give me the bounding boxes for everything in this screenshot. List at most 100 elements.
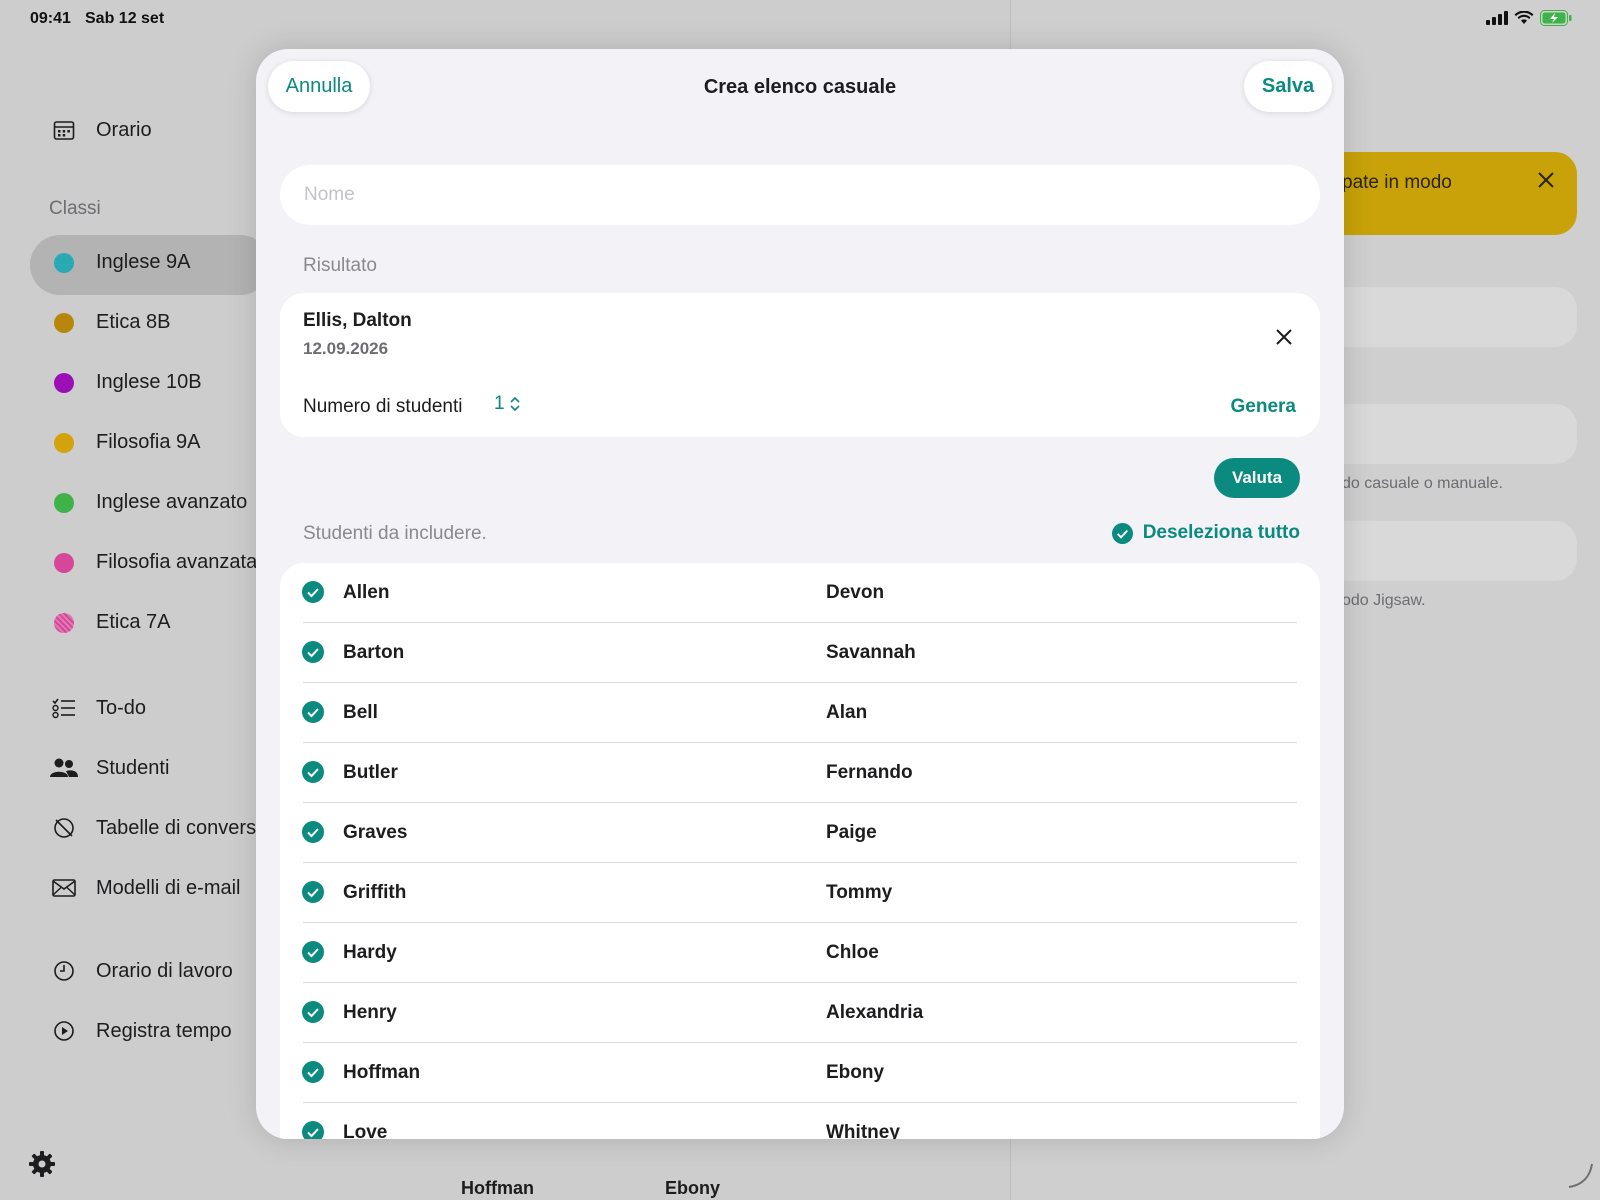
- modal-title: Crea elenco casuale: [703, 76, 897, 98]
- clock-icon: [50, 957, 78, 985]
- status-bar: 09:41 Sab 12 set: [0, 0, 1600, 38]
- checkmark-circle-icon[interactable]: [302, 581, 324, 603]
- calendar-icon: [50, 116, 78, 144]
- sidebar-class-item[interactable]: Inglese 9A: [50, 251, 191, 274]
- student-last-name: Butler: [343, 762, 398, 783]
- class-color-dot: [54, 252, 74, 273]
- envelope-icon: [50, 874, 78, 902]
- list-item[interactable]: Allen Devon: [280, 563, 1320, 623]
- resize-handle-icon: [1564, 1159, 1594, 1194]
- sidebar-item-label: Registra tempo: [96, 1019, 232, 1042]
- student-last-name: Griffith: [343, 882, 407, 903]
- class-color-dot: [54, 612, 74, 633]
- sidebar-item-schedule[interactable]: Orario: [50, 116, 152, 144]
- list-item[interactable]: Hardy Chloe: [280, 923, 1320, 983]
- list-item[interactable]: Barton Savannah: [280, 623, 1320, 683]
- student-first-name: Alexandria: [826, 1002, 924, 1023]
- info-banner-text: pate in modo: [1342, 172, 1452, 193]
- checkmark-circle-icon[interactable]: [302, 821, 324, 843]
- sidebar-class-item[interactable]: Inglese avanzato: [50, 491, 247, 514]
- class-label: Inglese 9A: [96, 251, 191, 273]
- background-student-last-name: Hoffman: [461, 1178, 534, 1198]
- checkmark-circle-icon: [1111, 522, 1133, 544]
- class-color-dot: [54, 552, 74, 573]
- list-item[interactable]: Hoffman Ebony: [280, 1043, 1320, 1103]
- name-input[interactable]: [280, 165, 1320, 225]
- save-button[interactable]: Salva: [1244, 61, 1332, 112]
- checkmark-circle-icon[interactable]: [302, 1061, 324, 1083]
- list-item[interactable]: Love Whitney: [280, 1103, 1320, 1139]
- checkmark-circle-icon[interactable]: [302, 1001, 324, 1023]
- student-first-name: Savannah: [826, 642, 916, 663]
- student-last-name: Allen: [343, 582, 390, 603]
- list-item[interactable]: Bell Alan: [280, 683, 1320, 743]
- class-label: Etica 7A: [96, 611, 171, 633]
- list-item[interactable]: Henry Alexandria: [280, 983, 1320, 1043]
- student-last-name: Hardy: [343, 942, 397, 963]
- sidebar-item-label: Modelli di e-mail: [96, 876, 241, 899]
- result-section-label: Risultato: [303, 255, 377, 276]
- list-item[interactable]: Butler Fernando: [280, 743, 1320, 803]
- class-label: Filosofia 9A: [96, 431, 201, 453]
- checkmark-circle-icon[interactable]: [302, 641, 324, 663]
- sidebar-item-students[interactable]: Studenti: [50, 754, 169, 782]
- status-date: Sab 12 set: [85, 10, 165, 27]
- sidebar-item-label: Tabelle di conversi: [96, 816, 261, 839]
- status-icons: [1486, 10, 1572, 26]
- close-icon[interactable]: [1537, 171, 1555, 194]
- checkmark-circle-icon[interactable]: [302, 701, 324, 723]
- sidebar-item-track-time[interactable]: Registra tempo: [50, 1017, 232, 1045]
- student-last-name: Hoffman: [343, 1062, 421, 1083]
- background-student-first-name: Ebony: [665, 1178, 721, 1198]
- student-count-label: Numero di studenti: [303, 396, 463, 417]
- student-first-name: Paige: [826, 822, 877, 843]
- student-count-stepper[interactable]: 1: [494, 393, 521, 415]
- student-last-name: Love: [343, 1122, 388, 1139]
- student-last-name: Henry: [343, 1002, 397, 1023]
- list-item[interactable]: Griffith Tommy: [280, 863, 1320, 923]
- play-circle-icon: [50, 1017, 78, 1045]
- students-to-include-label: Studenti da includere.: [303, 523, 487, 544]
- status-time: 09:41: [30, 10, 71, 27]
- class-label: Filosofia avanzata: [96, 551, 258, 573]
- deselect-all-label: Deseleziona tutto: [1142, 522, 1300, 543]
- result-card: Ellis, Dalton 12.09.2026 Numero di stude…: [280, 293, 1320, 437]
- checkmark-circle-icon[interactable]: [302, 1121, 324, 1139]
- sidebar-class-item[interactable]: Etica 7A: [50, 611, 170, 634]
- student-first-name: Whitney: [826, 1122, 900, 1139]
- class-color-dot: [54, 492, 74, 513]
- deselect-all-button[interactable]: Deseleziona tutto: [1111, 522, 1300, 544]
- close-icon[interactable]: [1272, 325, 1296, 349]
- sidebar-class-item[interactable]: Filosofia avanzata: [50, 551, 257, 574]
- checkmark-circle-icon[interactable]: [302, 761, 324, 783]
- sidebar-class-item[interactable]: Filosofia 9A: [50, 431, 201, 454]
- student-first-name: Devon: [826, 582, 885, 603]
- class-color-dot: [54, 372, 74, 393]
- student-last-name: Bell: [343, 702, 378, 723]
- class-color-dot: [54, 312, 74, 333]
- student-last-name: Graves: [343, 822, 408, 843]
- class-label: Inglese 10B: [96, 371, 202, 393]
- sidebar-item-work-hours[interactable]: Orario di lavoro: [50, 957, 233, 985]
- list-item[interactable]: Graves Paige: [280, 803, 1320, 863]
- sidebar-item-todo[interactable]: To-do: [50, 694, 146, 722]
- right-pane-hint: odo Jigsaw.: [1342, 592, 1426, 609]
- evaluate-button[interactable]: Valuta: [1214, 458, 1300, 498]
- students-list: Allen Devon Barton Savannah Bell Alan Bu…: [280, 563, 1320, 1139]
- generate-button[interactable]: Genera: [1231, 396, 1296, 418]
- scale-off-icon: [50, 814, 78, 842]
- student-count-value: 1: [494, 393, 505, 414]
- checkmark-circle-icon[interactable]: [302, 881, 324, 903]
- gear-icon[interactable]: [28, 1150, 56, 1183]
- checkmark-circle-icon[interactable]: [302, 941, 324, 963]
- sidebar-item-label: To-do: [96, 696, 147, 719]
- sidebar-class-item[interactable]: Etica 8B: [50, 311, 170, 334]
- student-first-name: Tommy: [826, 882, 893, 903]
- sidebar-class-item[interactable]: Inglese 10B: [50, 371, 202, 394]
- sidebar-item-conversion-tables[interactable]: Tabelle di conversi: [50, 814, 261, 842]
- sidebar-item-email-templates[interactable]: Modelli di e-mail: [50, 874, 241, 902]
- student-first-name: Ebony: [826, 1062, 885, 1083]
- chevron-up-down-icon: [510, 396, 520, 412]
- class-label: Inglese avanzato: [96, 491, 248, 513]
- result-date: 12.09.2026: [303, 339, 389, 358]
